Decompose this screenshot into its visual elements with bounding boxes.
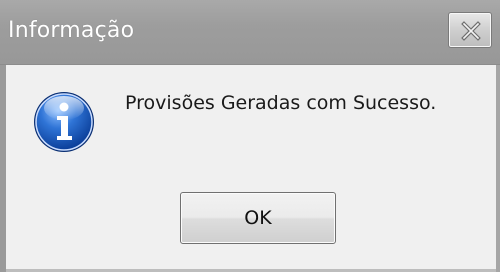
window-title: Informação: [8, 18, 135, 43]
dialog-content: Provisões Geradas com Sucesso. OK: [6, 65, 496, 272]
close-button[interactable]: [448, 12, 492, 48]
close-icon: [461, 21, 481, 41]
title-bar[interactable]: Informação: [0, 0, 500, 65]
ok-button[interactable]: OK: [180, 192, 336, 244]
message-dialog: Informação Provisões Geradas com Sucesso…: [0, 0, 500, 272]
message-text: Provisões Geradas com Sucesso.: [125, 92, 437, 114]
info-icon: [34, 92, 94, 152]
